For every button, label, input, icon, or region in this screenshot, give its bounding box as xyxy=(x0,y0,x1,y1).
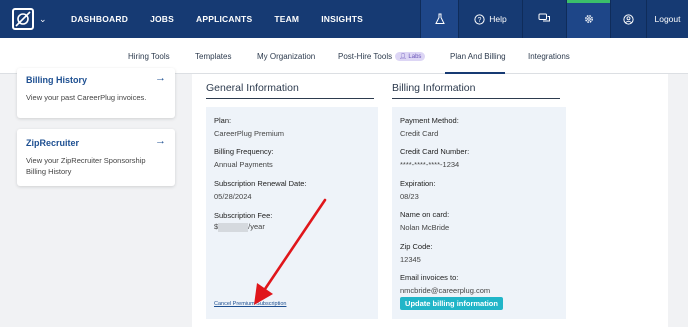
top-nav: ⌄ DASHBOARD JOBS APPLICANTS TEAM INSIGHT… xyxy=(0,0,688,38)
chat-icon xyxy=(538,13,550,22)
help-icon: ? xyxy=(474,13,485,25)
general-info-divider xyxy=(206,98,374,99)
general-info-heading: General Information xyxy=(206,82,299,94)
billing-info-heading: Billing Information xyxy=(392,82,476,94)
billing-info-divider xyxy=(392,98,560,99)
renewal-date-label: Subscription Renewal Date: xyxy=(214,179,307,188)
nav-applicants[interactable]: APPLICANTS xyxy=(185,14,263,24)
subnav-templates[interactable]: Templates xyxy=(195,52,231,61)
zip-code-value: 12345 xyxy=(400,255,421,264)
payment-method-value: Credit Card xyxy=(400,129,439,138)
subnav-plan-and-billing[interactable]: Plan And Billing xyxy=(450,52,506,61)
email-invoices-value: nmcbride@careerplug.com xyxy=(400,286,491,295)
ziprecruiter-title[interactable]: ZipRecruiter xyxy=(26,138,79,148)
subnav-post-hire-label: Post-Hire Tools xyxy=(338,52,393,61)
renewal-date-value: 05/28/2024 xyxy=(214,192,252,201)
subnav-integrations[interactable]: Integrations xyxy=(528,52,570,61)
nav-insights[interactable]: INSIGHTS xyxy=(310,14,374,24)
flask-icon xyxy=(434,13,445,24)
card-number-label: Credit Card Number: xyxy=(400,147,470,156)
zip-code-label: Zip Code: xyxy=(400,242,433,251)
plan-value: CareerPlug Premium xyxy=(214,129,285,138)
billing-frequency-value: Annual Payments xyxy=(214,160,273,169)
payment-method-label: Payment Method: xyxy=(400,116,459,125)
help-button[interactable]: ? Help xyxy=(458,0,522,38)
subnav-my-organization[interactable]: My Organization xyxy=(257,52,315,61)
labs-button[interactable] xyxy=(420,0,458,38)
plan-label: Plan: xyxy=(214,116,232,125)
help-label: Help xyxy=(489,14,507,24)
arrow-right-icon[interactable]: → xyxy=(155,135,166,147)
email-invoices-label: Email invoices to: xyxy=(400,273,459,282)
subscription-fee-value: $/year xyxy=(214,222,265,232)
gear-icon xyxy=(584,15,593,23)
settings-button[interactable] xyxy=(566,0,610,38)
labs-badge-label: Labs xyxy=(408,54,422,61)
logo-menu[interactable]: ⌄ xyxy=(0,0,60,38)
arrow-right-icon[interactable]: → xyxy=(155,72,166,84)
nav-dashboard[interactable]: DASHBOARD xyxy=(60,14,139,24)
expiration-value: 08/23 xyxy=(400,192,419,201)
billing-history-desc: View your past CareerPlug invoices. xyxy=(26,93,147,102)
logout-button[interactable]: Logout xyxy=(646,0,688,38)
ziprecruiter-desc-line-1: View your ZipRecruiter Sponsorship xyxy=(26,156,146,165)
update-billing-button[interactable]: Update billing information xyxy=(400,297,503,310)
scroll-gutter xyxy=(668,74,688,327)
profile-button[interactable] xyxy=(610,0,646,38)
name-on-card-value: Nolan McBride xyxy=(400,223,450,232)
fee-period: /year xyxy=(248,222,265,231)
billing-history-card[interactable]: Billing History → View your past CareerP… xyxy=(17,68,175,118)
billing-history-title[interactable]: Billing History xyxy=(26,75,87,85)
ziprecruiter-desc-line-2: Billing History xyxy=(26,167,72,176)
svg-text:?: ? xyxy=(478,17,482,24)
nav-jobs[interactable]: JOBS xyxy=(139,14,185,24)
ziprecruiter-card[interactable]: ZipRecruiter → View your ZipRecruiter Sp… xyxy=(17,129,175,186)
card-number-value: ****-****-****-1234 xyxy=(400,160,460,169)
subscription-fee-label: Subscription Fee: xyxy=(214,211,273,220)
logo-icon[interactable] xyxy=(12,8,34,30)
user-icon xyxy=(623,13,634,25)
subnav-post-hire-tools[interactable]: Post-Hire Tools 👤︎ Labs xyxy=(338,52,426,62)
labs-badge: 👤︎ Labs xyxy=(395,52,426,62)
expiration-label: Expiration: xyxy=(400,179,436,188)
redacted-amount xyxy=(218,222,249,232)
messages-button[interactable] xyxy=(522,0,566,38)
billing-frequency-label: Billing Frequency: xyxy=(214,147,274,156)
name-on-card-label: Name on card: xyxy=(400,210,450,219)
subnav-hiring-tools[interactable]: Hiring Tools xyxy=(128,52,170,61)
nav-team[interactable]: TEAM xyxy=(263,14,310,24)
chevron-down-icon[interactable]: ⌄ xyxy=(39,14,47,25)
cancel-subscription-link[interactable]: Cancel Premium Subscription xyxy=(214,301,286,307)
